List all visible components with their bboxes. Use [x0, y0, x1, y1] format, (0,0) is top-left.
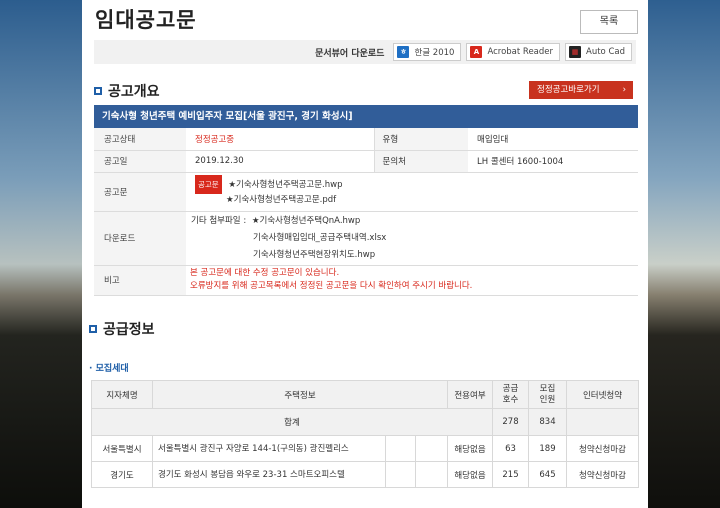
correction-notice-label: 정정공고바로가기	[537, 85, 600, 95]
remark-line: 오류방지를 위해 공고목록에서 정정된 공고문을 다시 확인하여 주시기 바랍니…	[190, 281, 473, 291]
date-row: 공고일 2019.12.30 문의처 LH 콜센터 1600-1004	[94, 150, 638, 173]
notice-title-bar: 기숙사형 청년주택 예비입주자 모집[서울 광진구, 경기 화성시]	[94, 105, 638, 128]
status-row: 공고상태 정정공고중 유형 매입임대	[94, 128, 638, 151]
remark-label: 비고	[94, 265, 186, 296]
notice-info-table: 공고상태 정정공고중 유형 매입임대 공고일 2019.12.30 문의처 LH…	[94, 128, 638, 296]
total-label: 합계	[91, 408, 493, 436]
square-bullet-icon	[94, 87, 102, 95]
other-file-line: 기숙사형청년주택현장위치도.hwp	[191, 247, 638, 264]
row-region: 서울특별시	[91, 435, 153, 462]
other-file-link[interactable]: 기숙사형청년주택현장위치도.hwp	[253, 250, 375, 260]
total-empty	[566, 408, 639, 436]
row-supply: 63	[492, 435, 529, 462]
chevron-right-icon: ›	[622, 85, 626, 95]
header-supply: 공급 호수	[492, 380, 529, 409]
row-recruit: 645	[528, 461, 567, 488]
download-row: 다운로드 기타 첨부파일 : ★기숙사형청년주택QnA.hwp 기숙사형매입임대…	[94, 211, 638, 266]
remark-row: 비고 본 공고문에 대한 수정 공고문이 있습니다. 오류방지를 위해 공고목록…	[94, 265, 638, 296]
remark-line: 본 공고문에 대한 수정 공고문이 있습니다.	[190, 268, 340, 278]
header-internet: 인터넷청약	[566, 380, 639, 409]
total-supply: 278	[492, 408, 529, 436]
row-address: 서울특별시 광진구 자양로 144-1(구의동) 광진펠리스	[152, 435, 386, 462]
row-blank	[385, 461, 416, 488]
type-label: 유형	[373, 128, 468, 151]
row-internet[interactable]: 청약신청마감	[566, 461, 639, 488]
notice-file-row: 공고문 공고문 ★기숙사형청년주택공고문.hwp ★기숙사형청년주택공고문.pd…	[94, 172, 638, 212]
row-internet[interactable]: 청약신청마감	[566, 435, 639, 462]
overview-section-label: 공고개요	[108, 84, 160, 100]
page-title: 임대공고문	[95, 8, 197, 32]
square-bullet-icon	[89, 325, 97, 333]
autocad-viewer-label: Auto Cad	[586, 47, 625, 57]
hwp-viewer-label: 한글 2010	[414, 48, 455, 58]
contact-label: 문의처	[373, 150, 468, 173]
type-value: 매입임대	[468, 128, 638, 151]
recruit-subtitle: · 모집세대	[89, 364, 129, 374]
supply-section-title: 공급정보	[89, 319, 155, 339]
row-supply: 215	[492, 461, 529, 488]
notice-tag: 공고문	[195, 174, 222, 194]
row-recruit: 189	[528, 435, 567, 462]
acrobat-viewer-button[interactable]: A Acrobat Reader	[466, 43, 561, 61]
row-blank	[415, 435, 448, 462]
overview-section-title: 공고개요	[94, 81, 160, 101]
row-exclusive: 해당없음	[447, 461, 493, 488]
background-right	[648, 0, 720, 508]
download-label: 다운로드	[94, 211, 186, 266]
correction-notice-button[interactable]: 정정공고바로가기 ›	[529, 81, 633, 99]
hwp-icon: ㅎ	[397, 46, 410, 58]
viewer-download-label: 문서뷰어 다운로드	[315, 48, 385, 59]
background-left	[0, 0, 82, 508]
header-exclusive: 전용여부	[447, 380, 493, 409]
pdf-icon: A	[470, 46, 483, 58]
total-recruit: 834	[528, 408, 567, 436]
row-address: 경기도 화성시 봉담읍 와우로 23-31 스마트오피스텔	[152, 461, 386, 488]
remark-cell: 본 공고문에 대한 수정 공고문이 있습니다. 오류방지를 위해 공고목록에서 …	[186, 265, 638, 296]
row-blank	[385, 435, 416, 462]
contact-value: LH 콜센터 1600-1004	[468, 150, 638, 173]
other-file-line: 기타 첨부파일 : ★기숙사형청년주택QnA.hwp	[191, 213, 638, 230]
date-value: 2019.12.30	[186, 150, 374, 173]
supply-section-label: 공급정보	[103, 322, 155, 338]
recruit-subtitle-label: 모집세대	[95, 364, 129, 374]
acrobat-viewer-label: Acrobat Reader	[487, 47, 554, 57]
row-blank	[415, 461, 448, 488]
download-cell: 기타 첨부파일 : ★기숙사형청년주택QnA.hwp 기숙사형매입임대_공급주택…	[186, 211, 638, 266]
viewer-download-bar: 문서뷰어 다운로드 ㅎ 한글 2010 A Acrobat Reader ▦ A…	[94, 40, 636, 64]
supply-header-row: 지자체명 주택정보 전용여부 공급 호수 모집 인원 인터넷청약	[91, 380, 639, 409]
other-file-link[interactable]: ★기숙사형청년주택QnA.hwp	[252, 216, 360, 226]
autocad-icon: ▦	[569, 46, 582, 58]
hwp-viewer-button[interactable]: ㅎ 한글 2010	[393, 43, 462, 61]
table-row: 경기도 경기도 화성시 봉담읍 와우로 23-31 스마트오피스텔 해당없음 2…	[91, 461, 639, 488]
notice-file-label: 공고문	[94, 172, 186, 212]
notice-file-line: ★기숙사형청년주택공고문.pdf	[195, 192, 638, 209]
list-button[interactable]: 목록	[580, 10, 638, 34]
row-region: 경기도	[91, 461, 153, 488]
other-files-label: 기타 첨부파일 :	[191, 215, 247, 226]
status-label: 공고상태	[94, 128, 186, 151]
supply-table: 지자체명 주택정보 전용여부 공급 호수 모집 인원 인터넷청약 합계 278 …	[91, 380, 639, 488]
notice-file-line: 공고문 ★기숙사형청년주택공고문.hwp	[195, 174, 638, 194]
notice-file-link[interactable]: ★기숙사형청년주택공고문.pdf	[226, 195, 336, 205]
date-label: 공고일	[94, 150, 186, 173]
content-panel: 임대공고문 목록 문서뷰어 다운로드 ㅎ 한글 2010 A Acrobat R…	[82, 0, 648, 508]
total-row: 합계 278 834	[91, 408, 639, 436]
other-file-line: 기숙사형매입임대_공급주택내역.xlsx	[191, 230, 638, 247]
other-file-link[interactable]: 기숙사형매입임대_공급주택내역.xlsx	[253, 233, 386, 243]
autocad-viewer-button[interactable]: ▦ Auto Cad	[565, 43, 632, 61]
row-exclusive: 해당없음	[447, 435, 493, 462]
header-region: 지자체명	[91, 380, 153, 409]
header-recruit: 모집 인원	[528, 380, 567, 409]
header-house: 주택정보	[152, 380, 448, 409]
notice-file-cell: 공고문 ★기숙사형청년주택공고문.hwp ★기숙사형청년주택공고문.pdf	[186, 172, 638, 212]
table-row: 서울특별시 서울특별시 광진구 자양로 144-1(구의동) 광진펠리스 해당없…	[91, 435, 639, 462]
notice-file-link[interactable]: ★기숙사형청년주택공고문.hwp	[228, 180, 342, 190]
status-value: 정정공고중	[186, 128, 374, 151]
